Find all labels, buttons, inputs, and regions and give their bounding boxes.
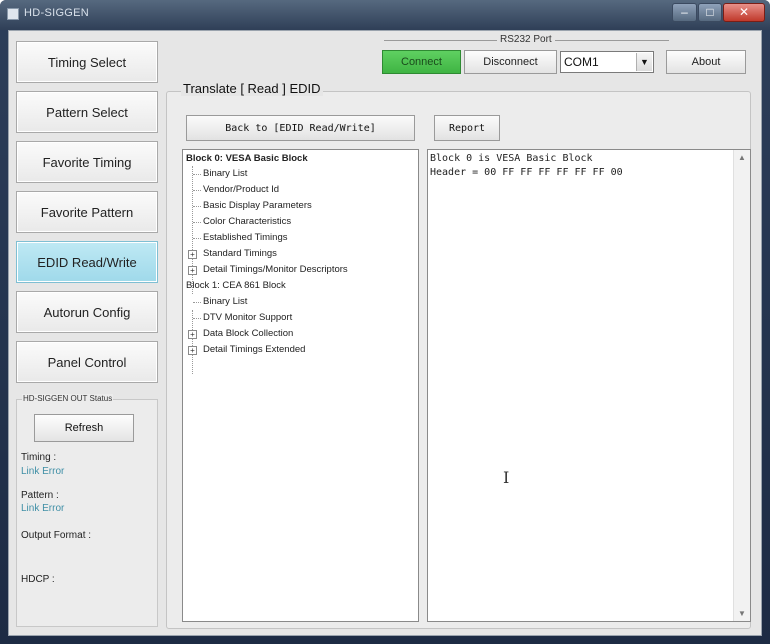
pattern-label: Pattern : — [21, 490, 59, 501]
out-status-group: HD-SIGGEN OUT Status Refresh Timing : Li… — [16, 394, 158, 627]
tree-branch — [193, 174, 201, 175]
edid-tree[interactable]: Block 0: VESA Basic Block Binary List Ve… — [182, 149, 419, 622]
report-button[interactable]: Report — [434, 115, 500, 141]
out-status-legend: HD-SIGGEN OUT Status — [22, 394, 114, 403]
tree-item[interactable]: Color Characteristics — [203, 214, 291, 230]
close-icon: ✕ — [738, 5, 750, 19]
window-title: HD-SIGGEN — [24, 7, 90, 19]
expand-icon[interactable]: + — [188, 266, 197, 275]
timing-value: Link Error — [21, 466, 65, 477]
close-button[interactable]: ✕ — [723, 3, 765, 22]
nav-edid-read-write[interactable]: EDID Read/Write — [16, 241, 158, 283]
expand-icon[interactable]: + — [188, 346, 197, 355]
about-button[interactable]: About — [666, 50, 746, 74]
port-group-label: RS232 Port — [497, 34, 555, 45]
tree-item[interactable]: Binary List — [203, 166, 247, 182]
app-icon — [7, 8, 19, 20]
title-bar[interactable]: HD-SIGGEN – □ ✕ — [0, 0, 770, 30]
tree-item[interactable]: Standard Timings — [203, 246, 277, 262]
scroll-down-icon[interactable]: ▼ — [738, 609, 746, 618]
back-button[interactable]: Back to [EDID Read/Write] — [186, 115, 415, 141]
tree-branch — [193, 302, 201, 303]
hdcp-label: HDCP : — [21, 574, 55, 585]
tree-item[interactable]: Binary List — [203, 294, 247, 310]
output-line: Block 0 is VESA Basic Block — [430, 153, 593, 164]
nav-pattern-select[interactable]: Pattern Select — [16, 91, 158, 133]
tree-branch — [193, 190, 201, 191]
tree-connector — [192, 310, 193, 374]
chevron-down-icon[interactable]: ▼ — [636, 53, 652, 71]
output-line: Header = 00 FF FF FF FF FF FF 00 — [430, 167, 623, 178]
nav-favorite-timing[interactable]: Favorite Timing — [16, 141, 158, 183]
scroll-up-icon[interactable]: ▲ — [738, 153, 746, 162]
tree-item[interactable]: Vendor/Product Id — [203, 182, 279, 198]
tree-item[interactable]: Basic Display Parameters — [203, 198, 312, 214]
tree-branch — [193, 318, 201, 319]
translate-title: Translate [ Read ] EDID — [181, 81, 323, 96]
tree-item[interactable]: DTV Monitor Support — [203, 310, 292, 326]
expand-icon[interactable]: + — [188, 330, 197, 339]
disconnect-button[interactable]: Disconnect — [464, 50, 557, 74]
client-area: Timing Select Pattern Select Favorite Ti… — [8, 30, 762, 636]
tree-item[interactable]: Established Timings — [203, 230, 287, 246]
edid-output-textbox[interactable]: Block 0 is VESA Basic Block Header = 00 … — [427, 149, 751, 622]
tree-item[interactable]: Detail Timings Extended — [203, 342, 305, 358]
minimize-button[interactable]: – — [672, 3, 697, 22]
tree-item-block1[interactable]: Block 1: CEA 861 Block — [186, 278, 286, 294]
tree-item[interactable]: Data Block Collection — [203, 326, 293, 342]
minimize-icon: – — [681, 5, 688, 19]
tree-branch — [193, 238, 201, 239]
pattern-value: Link Error — [21, 503, 65, 514]
refresh-button[interactable]: Refresh — [34, 414, 134, 442]
nav-timing-select[interactable]: Timing Select — [16, 41, 158, 83]
tree-item[interactable]: Detail Timings/Monitor Descriptors — [203, 262, 348, 278]
nav-favorite-pattern[interactable]: Favorite Pattern — [16, 191, 158, 233]
maximize-button[interactable]: □ — [698, 3, 722, 22]
tree-branch — [193, 222, 201, 223]
connect-button[interactable]: Connect — [382, 50, 461, 74]
com-port-value: COM1 — [564, 55, 599, 69]
tree-branch — [193, 206, 201, 207]
nav-autorun-config[interactable]: Autorun Config — [16, 291, 158, 333]
maximize-icon: □ — [706, 5, 714, 19]
nav-panel-control[interactable]: Panel Control — [16, 341, 158, 383]
com-port-select[interactable]: COM1 ▼ — [560, 51, 654, 73]
tree-item-block0[interactable]: Block 0: VESA Basic Block — [186, 151, 308, 167]
text-cursor-icon: I — [503, 468, 510, 487]
timing-label: Timing : — [21, 452, 57, 463]
output-format-label: Output Format : — [21, 530, 92, 541]
expand-icon[interactable]: + — [188, 250, 197, 259]
output-scrollbar[interactable]: ▲ ▼ — [733, 150, 750, 621]
